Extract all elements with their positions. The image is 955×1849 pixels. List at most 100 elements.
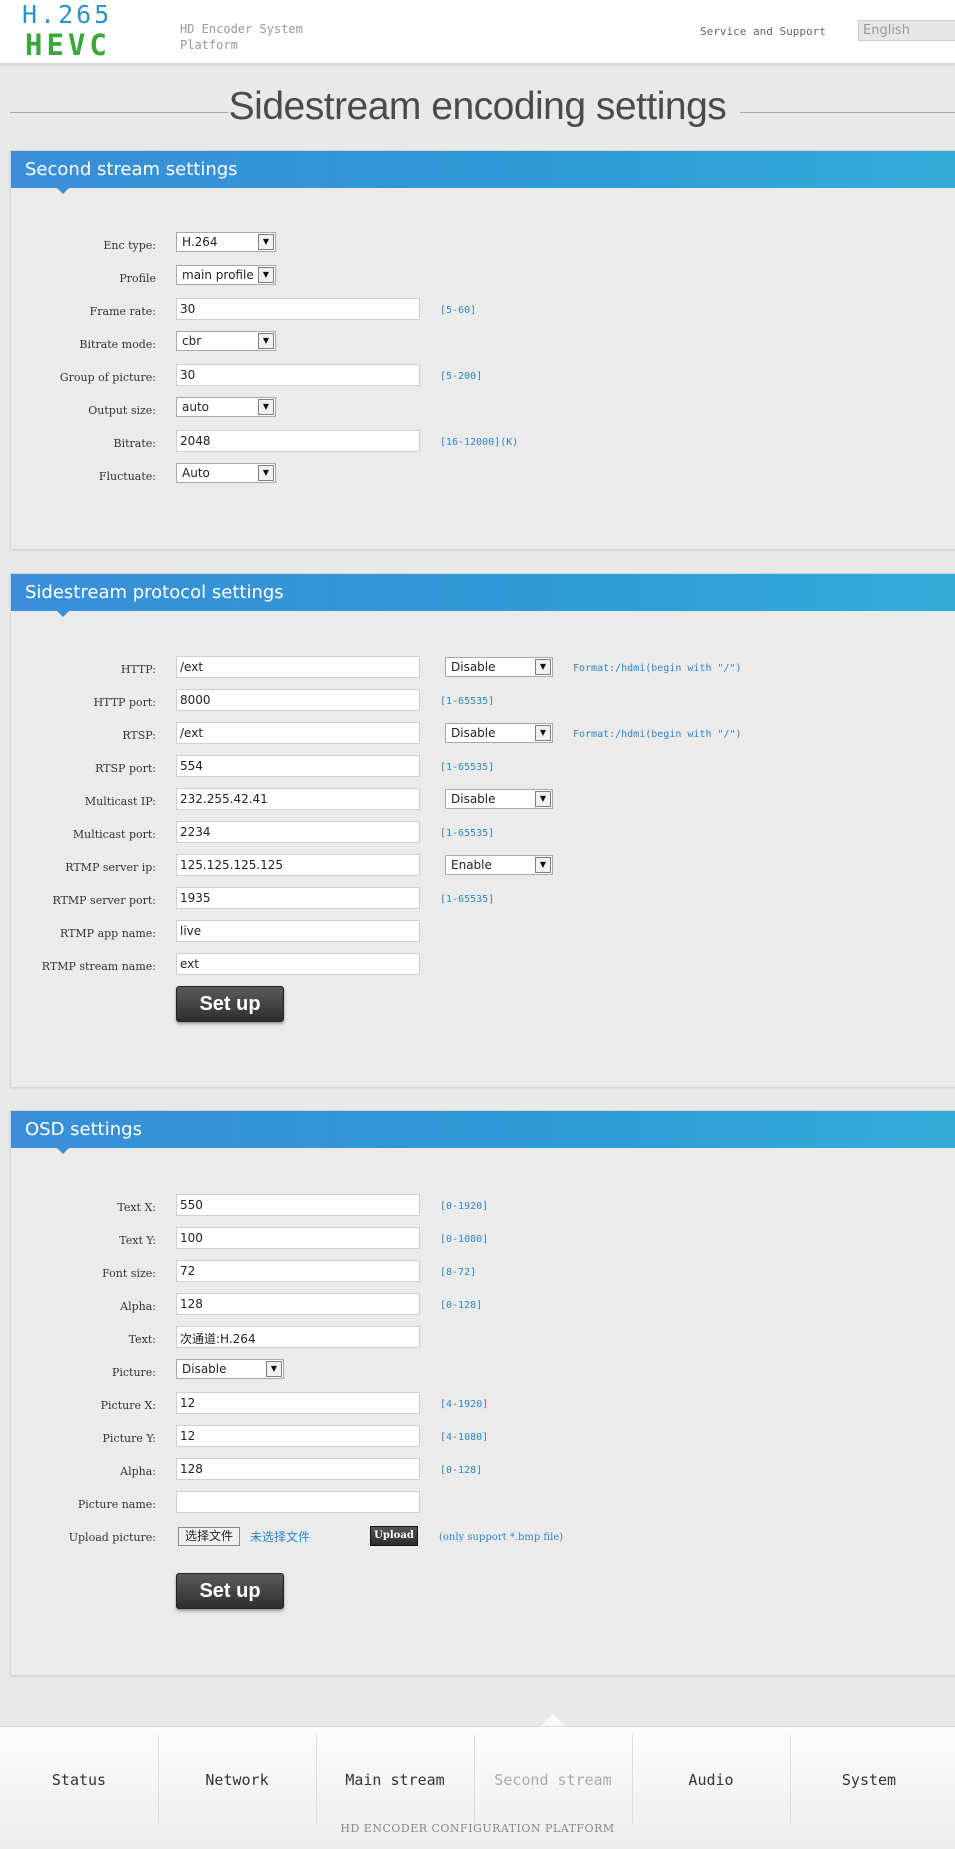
section-title: OSD settings [25, 1119, 142, 1140]
picture-y-input[interactable]: 12 [176, 1425, 420, 1447]
picture-y-range: [4-1080] [440, 1432, 489, 1443]
multicast-ip-label: Multicast IP: [84, 795, 156, 808]
rtmp-ip-input[interactable]: 125.125.125.125 [176, 854, 420, 876]
multicast-port-label: Multicast port: [72, 828, 156, 841]
osd-setup-button[interactable]: Set up [176, 1573, 284, 1609]
fluctuate-select[interactable]: Auto ▼ [176, 463, 276, 483]
fluctuate-label: Fluctuate: [98, 470, 156, 483]
section-header: OSD settings [11, 1111, 955, 1154]
language-select[interactable]: English [858, 20, 955, 41]
rtsp-path-input[interactable]: /ext [176, 722, 420, 744]
rtmp-ip-label: RTMP server ip: [65, 861, 156, 874]
rtmp-app-label: RTMP app name: [59, 927, 156, 940]
rtmp-state-select[interactable]: Enable ▼ [445, 855, 553, 875]
rtmp-port-label: RTMP server port: [52, 894, 156, 907]
font-size-label: Font size: [102, 1267, 156, 1280]
picture-select[interactable]: Disable ▼ [176, 1359, 284, 1379]
rtsp-state-select[interactable]: Disable ▼ [445, 723, 553, 743]
second-stream-section: Second stream settings Enc type: H.264 ▼ … [10, 150, 955, 550]
http-port-input[interactable]: 8000 [176, 689, 420, 711]
gop-label: Group of picture: [59, 371, 156, 384]
http-port-label: HTTP port: [93, 696, 156, 709]
protocol-section: Sidestream protocol settings HTTP: /ext … [10, 573, 955, 1088]
nav-system[interactable]: System [790, 1771, 948, 1789]
header: H.265 HEVC HD Encoder System Platform Se… [0, 0, 955, 64]
title-rule-right [740, 112, 955, 113]
nav-network[interactable]: Network [158, 1771, 316, 1789]
multicast-port-input[interactable]: 2234 [176, 821, 420, 843]
gop-input[interactable]: 30 [176, 364, 420, 386]
picture-name-input[interactable] [176, 1491, 420, 1513]
http-label: HTTP: [120, 663, 156, 676]
section-notch [57, 188, 69, 194]
chevron-down-icon: ▼ [535, 725, 551, 741]
profile-select[interactable]: main profile ▼ [176, 265, 276, 285]
alpha-range: [0-128] [440, 1300, 483, 1311]
section-title: Sidestream protocol settings [25, 582, 284, 603]
upload-hint: (only support *.bmp file) [439, 1532, 564, 1543]
enc-type-label: Enc type: [103, 239, 156, 252]
text-x-input[interactable]: 550 [176, 1194, 420, 1216]
rtmp-port-input[interactable]: 1935 [176, 887, 420, 909]
upload-button[interactable]: Upload [370, 1526, 418, 1546]
bitrate-range: [16-12000](K) [440, 437, 519, 448]
nav-second-stream[interactable]: Second stream [474, 1771, 632, 1789]
alpha2-input[interactable]: 128 [176, 1458, 420, 1480]
nav-audio[interactable]: Audio [632, 1771, 790, 1789]
platform-name: HD Encoder System Platform [180, 22, 303, 52]
section-header: Sidestream protocol settings [11, 574, 955, 617]
picture-x-range: [4-1920] [440, 1399, 489, 1410]
section-notch [57, 611, 69, 617]
text-x-label: Text X: [117, 1201, 156, 1214]
section-notch [57, 1148, 69, 1154]
multicast-port-range: [1-65535] [440, 828, 495, 839]
picture-x-input[interactable]: 12 [176, 1392, 420, 1414]
logo-h265: H.265 [22, 0, 113, 29]
multicast-ip-input[interactable]: 232.255.42.41 [176, 788, 420, 810]
text-y-input[interactable]: 100 [176, 1227, 420, 1249]
http-path-input[interactable]: /ext [176, 656, 420, 678]
alpha2-range: [0-128] [440, 1465, 483, 1476]
picture-x-label: Picture X: [100, 1399, 156, 1412]
alpha2-label: Alpha: [120, 1465, 156, 1478]
rtsp-port-label: RTSP port: [95, 762, 156, 775]
bitrate-mode-label: Bitrate mode: [79, 338, 156, 351]
output-size-select[interactable]: auto ▼ [176, 397, 276, 417]
rtsp-format-hint: Format:/hdmi(begin with "/") [573, 729, 742, 740]
osd-section: OSD settings Text X: 550 [0-1920] Text Y… [10, 1110, 955, 1676]
bitrate-label: Bitrate: [113, 437, 156, 450]
service-support-link[interactable]: Service and Support [700, 25, 826, 38]
chevron-down-icon: ▼ [258, 399, 274, 415]
choose-file-button[interactable]: 选择文件 [178, 1527, 241, 1546]
picture-y-label: Picture Y: [102, 1432, 156, 1445]
rtsp-port-input[interactable]: 554 [176, 755, 420, 777]
multicast-state-select[interactable]: Disable ▼ [445, 789, 553, 809]
no-file-status: 未选择文件 [250, 1530, 311, 1544]
chevron-down-icon: ▼ [258, 333, 274, 349]
rtmp-stream-label: RTMP stream name: [41, 960, 156, 973]
http-state-select[interactable]: Disable ▼ [445, 657, 553, 677]
protocol-setup-button[interactable]: Set up [176, 986, 284, 1022]
font-size-input[interactable]: 72 [176, 1260, 420, 1282]
rtsp-port-range: [1-65535] [440, 762, 495, 773]
bitrate-mode-select[interactable]: cbr ▼ [176, 331, 276, 351]
text-input[interactable]: 次通道:H.264 [176, 1326, 420, 1348]
alpha-input[interactable]: 128 [176, 1293, 420, 1315]
frame-rate-range: [5-60] [440, 305, 477, 316]
nav-status[interactable]: Status [0, 1771, 158, 1789]
page-title: Sidestream encoding settings [228, 85, 727, 128]
upload-picture-label: Upload picture: [68, 1531, 156, 1544]
nav-active-pointer [541, 1714, 565, 1726]
chevron-down-icon: ▼ [535, 659, 551, 675]
font-size-range: [8-72] [440, 1267, 477, 1278]
rtmp-app-input[interactable]: live [176, 920, 420, 942]
section-header: Second stream settings [11, 151, 955, 194]
http-format-hint: Format:/hdmi(begin with "/") [573, 663, 742, 674]
rtmp-stream-input[interactable]: ext [176, 953, 420, 975]
bitrate-input[interactable]: 2048 [176, 430, 420, 452]
text-label: Text: [128, 1333, 156, 1346]
enc-type-select[interactable]: H.264 ▼ [176, 232, 276, 252]
frame-rate-label: Frame rate: [89, 305, 156, 318]
frame-rate-input[interactable]: 30 [176, 298, 420, 320]
nav-main-stream[interactable]: Main stream [316, 1771, 474, 1789]
